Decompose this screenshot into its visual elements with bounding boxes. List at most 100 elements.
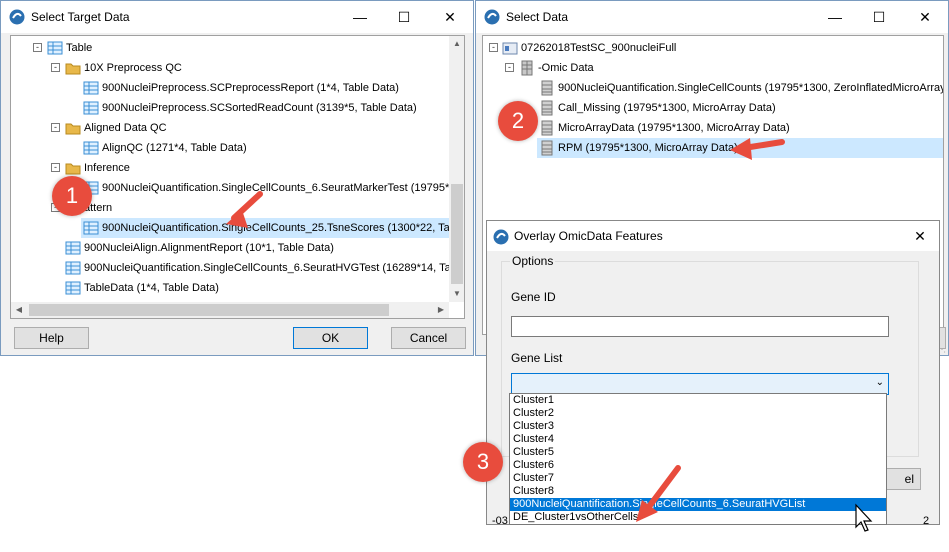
array-icon [541,80,553,96]
table-icon [65,281,81,295]
folder-icon [65,123,81,135]
tree-node-label: 900NucleiQuantification.SingleCellCounts… [84,262,465,274]
tree-node[interactable]: MicroArrayData (19795*1300, MicroArray D… [483,118,943,138]
callout-badge: 2 [498,101,538,141]
close-button[interactable]: ✕ [903,223,937,249]
gene-list-select[interactable]: ⌄ [511,373,889,395]
horizontal-scrollbar[interactable]: ◀ ▶ [11,302,449,318]
tree-node-label: AlignQC (1271*4, Table Data) [102,142,247,154]
ok-button[interactable]: OK [293,327,368,349]
table-icon [47,41,63,55]
arrow-annotation-icon [226,191,263,228]
scroll-thumb[interactable] [451,184,463,284]
arrow-annotation-icon [730,138,785,160]
dialog-title: Overlay OmicData Features [514,229,663,243]
cancel-button[interactable]: Cancel [391,327,466,349]
list-item[interactable]: Cluster4 [510,433,886,446]
collapse-icon[interactable]: - [51,123,60,132]
tree-node-label: 900NucleiQuantification.SingleCellCounts… [558,82,944,94]
title-bar: Select Data — ☐ ✕ [476,1,948,33]
window-title: Select Target Data [31,10,130,24]
tree-node[interactable]: 900NucleiAlign.AlignmentReport (10*1, Ta… [11,238,451,258]
vertical-scrollbar[interactable]: ▲ ▼ [449,36,464,302]
tree-node[interactable]: TableData (1*4, Table Data) [11,278,451,298]
tree-node[interactable]: - Table [11,38,451,58]
table-icon [83,141,99,155]
tree-node-label: -Omic Data [538,62,594,74]
tree-node[interactable]: - Aligned Data QC [11,118,451,138]
tree-node[interactable]: 900NucleiPreprocess.SCSortedReadCount (3… [11,98,451,118]
scroll-down-arrow-icon[interactable]: ▼ [449,286,464,302]
app-logo-icon [9,9,25,25]
tree-node-label: Inference [84,162,130,174]
folder-icon [65,63,81,75]
list-item[interactable]: Cluster7 [510,472,886,485]
app-logo-icon [493,229,509,245]
tree-node[interactable]: 900NucleiQuantification.SingleCellCounts… [483,78,943,98]
tree-node-label: 900NucleiQuantification.SingleCellCounts… [102,222,465,234]
collapse-icon[interactable]: - [33,43,42,52]
tree-node-label: Aligned Data QC [84,122,167,134]
callout-badge: 3 [463,442,503,482]
array-icon [541,120,553,136]
close-button[interactable]: ✕ [908,4,942,30]
tree-node-label: 900NucleiPreprocess.SCPreprocessReport (… [102,82,399,94]
chevron-down-icon[interactable]: ⌄ [876,377,884,388]
maximize-button[interactable]: ☐ [862,4,896,30]
list-item[interactable]: DE_Cluster1vsOtherCells [510,511,886,524]
tree-node[interactable]: - Inference [11,158,451,178]
table-icon [83,101,99,115]
list-item-highlighted[interactable]: 900NucleiQuantification.SingleCellCounts… [510,498,886,511]
table-icon [65,261,81,275]
list-item[interactable]: Cluster3 [510,420,886,433]
app-logo-icon [484,9,500,25]
scroll-up-arrow-icon[interactable]: ▲ [449,36,464,52]
tree-node[interactable]: - 07262018TestSC_900nucleiFull [483,38,943,58]
gene-list-dropdown[interactable]: Cluster1 Cluster2 Cluster3 Cluster4 Clus… [509,393,887,525]
title-bar: Select Target Data — ☐ ✕ [1,1,473,33]
collapse-icon[interactable]: - [51,63,60,72]
folder-icon [65,163,81,175]
window-title: Select Data [506,10,569,24]
collapse-icon[interactable]: - [51,163,60,172]
list-item[interactable]: Cluster1 [510,394,886,407]
tree-node-label: 10X Preprocess QC [84,62,182,74]
collapse-icon[interactable]: - [505,63,514,72]
callout-badge: 1 [52,176,92,216]
close-button[interactable]: ✕ [433,4,467,30]
omic-icon [521,60,533,76]
tree-node-label: TableData (1*4, Table Data) [84,282,219,294]
table-icon [83,81,99,95]
project-icon [502,42,518,55]
mouse-cursor-icon [855,503,873,532]
arrow-annotation-icon [636,465,681,522]
scroll-right-arrow-icon[interactable]: ▶ [433,302,449,318]
table-icon [83,221,99,235]
tree-node[interactable]: - 10X Preprocess QC [11,58,451,78]
gene-list-label: Gene List [511,351,563,365]
list-item[interactable]: Cluster2 [510,407,886,420]
maximize-button[interactable]: ☐ [387,4,421,30]
gene-id-input[interactable] [511,316,889,337]
minimize-button[interactable]: — [343,4,377,30]
background-text-partial: -03 [492,515,508,527]
tree-node[interactable]: AlignQC (1271*4, Table Data) [11,138,451,158]
array-icon [541,100,553,116]
scroll-thumb[interactable] [29,304,389,316]
list-item[interactable]: Cluster6 [510,459,886,472]
tree-node-label: Table [66,42,93,54]
help-button[interactable]: Help [14,327,89,349]
background-text-partial: 2 [923,515,930,527]
tree-node[interactable]: - -Omic Data [483,58,943,78]
tree-node-label: 900NucleiPreprocess.SCSortedReadCount (3… [102,102,417,114]
tree-node[interactable]: 900NucleiPreprocess.SCPreprocessReport (… [11,78,451,98]
tree-node[interactable]: 900NucleiQuantification.SingleCellCounts… [11,258,464,278]
collapse-icon[interactable]: - [489,43,498,52]
list-item[interactable]: Cluster5 [510,446,886,459]
list-item[interactable]: Cluster8 [510,485,886,498]
options-label: Options [510,254,556,268]
tree-node[interactable]: Call_Missing (19795*1300, MicroArray Dat… [483,98,943,118]
scroll-left-arrow-icon[interactable]: ◀ [11,302,27,318]
title-bar: Overlay OmicData Features ✕ [487,221,939,251]
minimize-button[interactable]: — [818,4,852,30]
